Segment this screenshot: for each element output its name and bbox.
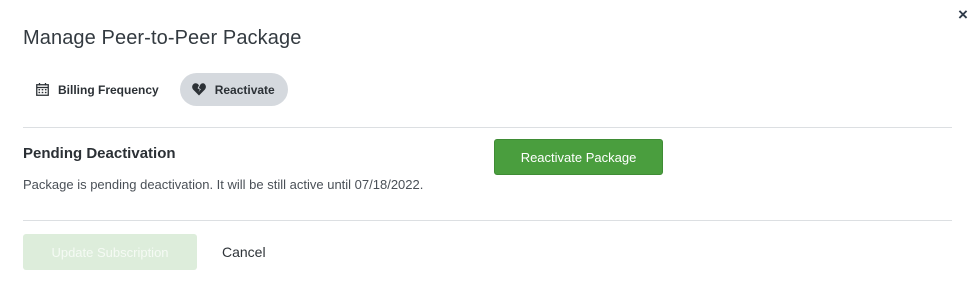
close-button[interactable]: × xyxy=(955,5,971,24)
reactivate-package-button[interactable]: Reactivate Package xyxy=(494,139,663,175)
calendar-icon xyxy=(35,83,49,97)
broken-heart-icon xyxy=(191,83,206,97)
cancel-link[interactable]: Cancel xyxy=(222,244,266,260)
tab-billing-frequency[interactable]: Billing Frequency xyxy=(23,73,172,106)
tab-bar: Billing Frequency Reactivate xyxy=(23,73,288,106)
divider xyxy=(23,220,952,221)
tab-reactivate[interactable]: Reactivate xyxy=(179,73,288,106)
section-description: Package is pending deactivation. It will… xyxy=(23,177,424,192)
tab-label: Billing Frequency xyxy=(58,82,159,97)
close-icon: × xyxy=(958,5,968,24)
divider xyxy=(23,127,952,128)
modal-title: Manage Peer-to-Peer Package xyxy=(23,27,302,49)
section-heading: Pending Deactivation xyxy=(23,145,176,162)
tab-label: Reactivate xyxy=(214,82,275,97)
manage-package-modal: × Manage Peer-to-Peer Package Billing Fr… xyxy=(0,0,977,293)
update-subscription-button[interactable]: Update Subscription xyxy=(23,234,197,270)
